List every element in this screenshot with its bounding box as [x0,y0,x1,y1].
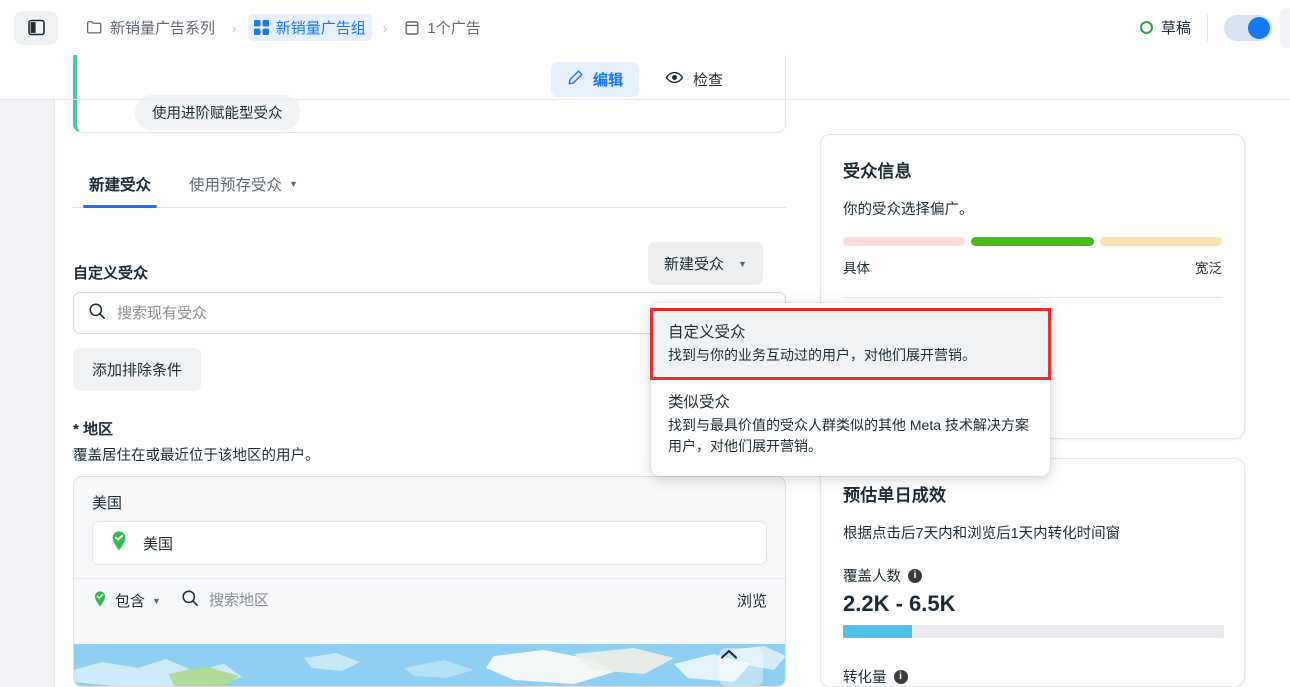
grid-squares-icon [253,20,269,35]
region-section-heading: * 地区 [73,421,114,438]
region-selected-label: 美国 [143,535,174,553]
meter-segment-balanced [971,237,1094,246]
meter-segment-specific [843,237,966,246]
daily-estimate-subtitle: 根据点击后7天内和浏览后1天内转化时间窗 [843,526,1121,542]
breadcrumb-separator-2: › [382,19,388,36]
map-pin-check-icon [109,530,129,556]
meter-label-specific: 具体 [843,261,870,276]
left-rail [0,100,55,687]
meter-label-broad: 宽泛 [1195,261,1222,276]
status-badge: 草稿 [1139,17,1207,38]
inspect-button[interactable]: 检查 [649,61,739,98]
info-icon[interactable]: i [893,669,908,684]
breadcrumb-separator: › [232,19,237,36]
header-divider [1207,14,1208,41]
audience-tabs: 新建受众 使用预存受众 ▼ [73,162,786,208]
dropdown-item-custom-audience[interactable]: 自定义受众 找到与你的业务互动过的用户，对他们展开营销。 [650,308,1051,380]
region-panel: 美国 美国 包含 ▼ 搜索地区 浏览 [73,476,786,687]
reach-value: 2.2K - 6.5K [843,591,956,616]
conversions-label-row: 转化量 i [843,666,1222,686]
header-right-controls: 草稿 [1139,0,1272,55]
breadcrumb-item-adset[interactable]: 新销量广告组 [247,14,372,41]
region-section-description: 覆盖居住在或最近位于该地区的用户。 [73,448,320,464]
edit-button-label: 编辑 [592,71,623,89]
chevron-down-icon: ▼ [738,258,747,269]
breadcrumb-item-campaign[interactable]: 新销量广告系列 [80,14,221,41]
status-ring-icon [1139,21,1153,34]
region-group-title: 美国 [92,495,123,512]
tab-new-audience-label: 新建受众 [89,177,152,194]
reach-progress-bar [843,625,1224,638]
conversions-label: 转化量 [843,670,887,686]
toggle-knob [1248,16,1270,39]
audience-breadth-labels: 具体 宽泛 [821,246,1244,277]
sidebar-panel-icon [27,19,45,36]
dropdown-item-custom-audience-title: 自定义受众 [668,324,746,341]
search-icon [88,302,106,325]
chevron-down-icon: ▼ [152,595,161,606]
reach-label: 覆盖人数 [843,569,901,585]
dropdown-item-lookalike-audience-desc: 找到与最具价值的受众人群类似的其他 Meta 技术解决方案用户，对他们展开营销。 [668,417,1029,454]
breadcrumb-label-campaign: 新销量广告系列 [110,20,216,37]
app-root: 新销量广告系列 › 新销量广告组 › 1个广告 草稿 编辑 检查 使用进阶赋能型… [0,0,1290,687]
region-map[interactable] [74,644,785,686]
dropdown-item-lookalike-audience-title: 类似受众 [668,394,731,411]
region-toolbar: 包含 ▼ 浏览 [74,578,785,622]
region-search-box[interactable] [181,589,727,612]
status-label: 草稿 [1160,20,1191,37]
search-icon [181,589,199,612]
breadcrumb: 新销量广告系列 › 新销量广告组 › 1个广告 [80,14,487,41]
region-search-input[interactable] [208,592,727,609]
map-collapse-button[interactable] [719,648,763,686]
add-exclusion-button[interactable]: 添加排除条件 [73,348,202,391]
card-icon [404,20,420,36]
tab-saved-audience[interactable]: 使用预存受众 ▼ [173,164,314,207]
dropdown-item-custom-audience-desc: 找到与你的业务互动过的用户，对他们展开营销。 [668,347,976,363]
top-header-bar: 新销量广告系列 › 新销量广告组 › 1个广告 草稿 [0,0,1290,55]
pencil-icon [567,69,584,90]
region-browse-link[interactable]: 浏览 [737,590,767,611]
map-pin-check-icon [92,590,108,612]
inspect-button-label: 检查 [693,71,724,89]
reach-progress-fill [843,625,912,638]
info-icon[interactable]: i [908,568,922,583]
breadcrumb-label-adset: 新销量广告组 [275,20,366,37]
sidebar-panel-toggle-button[interactable] [14,10,58,45]
new-audience-dropdown-button[interactable]: 新建受众 ▼ [648,242,763,285]
meter-segment-broad [1099,237,1222,246]
dropdown-item-lookalike-audience[interactable]: 类似受众 找到与最具价值的受众人群类似的其他 Meta 技术解决方案用户，对他们… [651,379,1050,470]
region-include-select[interactable]: 包含 ▼ [92,590,161,612]
adset-active-toggle[interactable] [1224,14,1272,41]
folder-icon [86,19,103,36]
region-selected-item[interactable]: 美国 [92,521,767,565]
breadcrumb-item-ads[interactable]: 1个广告 [398,14,486,41]
daily-estimate-card: 预估单日成效 根据点击后7天内和浏览后1天内转化时间窗 覆盖人数 i 2.2K … [820,458,1245,687]
audience-info-subtitle: 你的受众选择偏广。 [843,202,974,218]
action-toolbar: 编辑 检查 [0,57,1290,101]
custom-audience-section-label: 自定义受众 [73,265,149,282]
region-include-label: 包含 [115,593,146,610]
audience-info-title: 受众信息 [843,162,912,181]
audience-breadth-meter [821,219,1244,246]
right-edge-strip [1280,8,1290,48]
breadcrumb-label-ads: 1个广告 [427,20,481,37]
new-audience-dropdown-menu: 自定义受众 找到与你的业务互动过的用户，对他们展开营销。 类似受众 找到与最具价… [650,303,1051,476]
reach-label-row: 覆盖人数 i [843,565,1222,586]
edit-button[interactable]: 编辑 [550,61,639,97]
tab-saved-audience-label: 使用预存受众 [189,177,283,194]
chevron-down-icon: ▼ [289,179,298,189]
new-audience-button-label: 新建受众 [664,256,725,273]
eye-icon [665,68,684,91]
tab-new-audience[interactable]: 新建受众 [73,164,167,208]
